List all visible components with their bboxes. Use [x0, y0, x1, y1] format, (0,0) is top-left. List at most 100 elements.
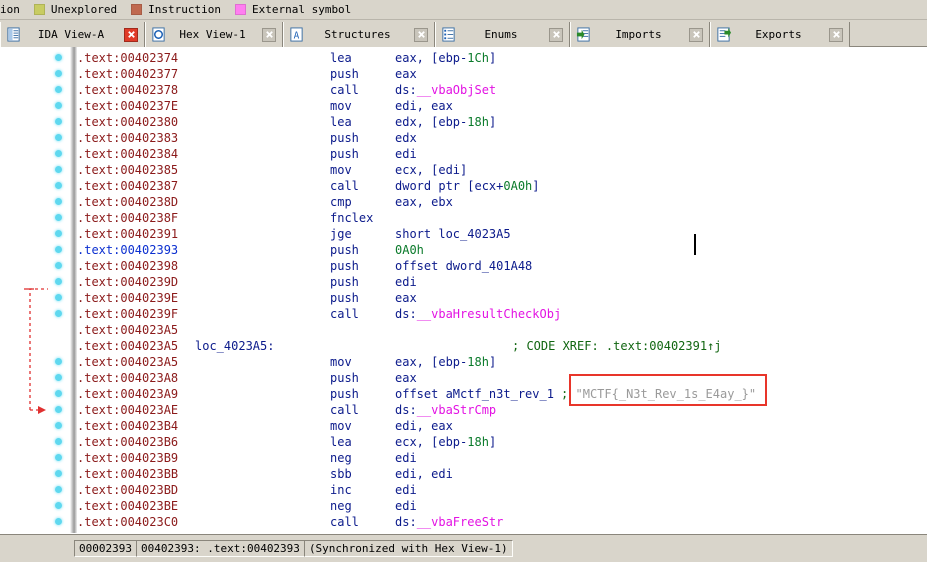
code-line[interactable]: .text:00402398 push offset dword_401A48: [77, 258, 927, 274]
code-line[interactable]: .text:004023BE neg edi: [77, 498, 927, 514]
mnemonic: lea: [330, 435, 352, 449]
line-address: .text:00402377: [77, 67, 179, 81]
tab-ida-view-a[interactable]: IDA View-A: [0, 22, 145, 47]
code-line[interactable]: .text:00402393 push 0A0h: [77, 242, 927, 258]
operands: ds:__vbaHresultCheckObj: [395, 306, 561, 322]
code-line[interactable]: .text:00402391 jge short loc_4023A5: [77, 226, 927, 242]
tab-close-button[interactable]: [414, 27, 428, 42]
operand-part: ]: [488, 51, 497, 65]
code-line[interactable]: .text:0040239D push edi: [77, 274, 927, 290]
navigation-dot[interactable]: [55, 470, 62, 477]
tab-structures[interactable]: A Structures: [283, 22, 435, 47]
navigation-dot[interactable]: [55, 134, 62, 141]
navigation-dot[interactable]: [55, 102, 62, 109]
code-line[interactable]: .text:004023B9 neg edi: [77, 450, 927, 466]
code-line[interactable]: .text:004023A5: [77, 322, 927, 338]
close-icon: [417, 31, 425, 38]
code-listing[interactable]: .text:00402374 lea eax, [ebp-1Ch] .text:004…: [77, 47, 927, 533]
code-line[interactable]: .text:00402374 lea eax, [ebp-1Ch]: [77, 50, 927, 66]
code-line[interactable]: .text:004023BB sbb edi, edi: [77, 466, 927, 482]
code-line[interactable]: .text:004023A5 mov eax, [ebp-18h]: [77, 354, 927, 370]
code-line[interactable]: .text:0040238D cmp eax, ebx: [77, 194, 927, 210]
tab-close-button[interactable]: [262, 27, 276, 42]
code-line[interactable]: .text:0040238F fnclex: [77, 210, 927, 226]
operand-part: edi: [395, 483, 417, 497]
navigation-dot[interactable]: [55, 166, 62, 173]
operand-part: 1Ch: [467, 51, 489, 65]
code-line[interactable]: .text:004023A5 loc_4023A5: ; CODE XREF: .t…: [77, 338, 927, 354]
operand-part: eax: [395, 371, 417, 385]
tab-enums[interactable]: Enums: [435, 22, 570, 47]
operands: edi, eax: [395, 418, 453, 434]
code-line[interactable]: .text:00402385 mov ecx, [edi]: [77, 162, 927, 178]
navigation-dot[interactable]: [55, 486, 62, 493]
navigation-dot[interactable]: [55, 262, 62, 269]
code-line[interactable]: .text:004023B6 lea ecx, [ebp-18h]: [77, 434, 927, 450]
navigation-dot[interactable]: [55, 214, 62, 221]
code-line[interactable]: .text:00402380 lea edx, [ebp-18h]: [77, 114, 927, 130]
breakpoint-dot-column[interactable]: [48, 47, 70, 533]
tab-close-button[interactable]: [829, 27, 843, 42]
tab-close-button[interactable]: [124, 27, 138, 42]
navigation-dot[interactable]: [55, 182, 62, 189]
navigation-dot[interactable]: [55, 150, 62, 157]
operand-part: offset aMctf_n3t_rev_1: [395, 387, 554, 401]
navigation-dot[interactable]: [55, 422, 62, 429]
code-line[interactable]: .text:00402383 push edx: [77, 130, 927, 146]
code-line[interactable]: .text:00402384 push edi: [77, 146, 927, 162]
navigation-dot[interactable]: [55, 230, 62, 237]
tab-hex-view-1[interactable]: Hex View-1: [145, 22, 283, 47]
exports-arrow-icon: [717, 27, 731, 42]
code-label[interactable]: loc_4023A5:: [195, 338, 274, 354]
navigation-dot[interactable]: [55, 118, 62, 125]
navigation-dot[interactable]: [55, 454, 62, 461]
navigation-dot[interactable]: [55, 406, 62, 413]
operands: edi: [395, 498, 417, 514]
tab-exports[interactable]: Exports: [710, 22, 850, 47]
code-line[interactable]: .text:0040239E push eax: [77, 290, 927, 306]
line-address: .text:0040239F: [77, 307, 179, 321]
navigation-dot[interactable]: [55, 438, 62, 445]
navigation-dot[interactable]: [55, 518, 62, 525]
disassembly-view[interactable]: .text:00402374 lea eax, [ebp-1Ch] .text:004…: [0, 47, 927, 533]
operand-part: __vbaObjSet: [416, 83, 497, 97]
code-line[interactable]: .text:00402378 call ds:__vbaObjSet: [77, 82, 927, 98]
code-line[interactable]: .text:00402387 call dword ptr [ecx+0A0h]: [77, 178, 927, 194]
tab-imports[interactable]: Imports: [570, 22, 710, 47]
navigation-dot[interactable]: [55, 358, 62, 365]
operands: ecx, [ebp-18h]: [395, 434, 496, 450]
navigation-dot[interactable]: [55, 374, 62, 381]
navigation-dot[interactable]: [55, 246, 62, 253]
code-line[interactable]: .text:00402377 push eax: [77, 66, 927, 82]
code-line[interactable]: .text:004023AE call ds:__vbaStrCmp: [77, 402, 927, 418]
operands: offset dword_401A48: [395, 258, 532, 274]
navigation-dot[interactable]: [55, 198, 62, 205]
navigation-dot[interactable]: [55, 294, 62, 301]
operands: ds:__vbaFreeStr: [395, 514, 503, 530]
navigation-dot[interactable]: [55, 54, 62, 61]
code-line[interactable]: .text:004023BD inc edi: [77, 482, 927, 498]
line-address: .text:004023B6: [77, 435, 179, 449]
legend-item-external-symbol: External symbol: [234, 3, 351, 16]
mnemonic: mov: [330, 163, 352, 177]
navigation-dot[interactable]: [55, 86, 62, 93]
operands: eax: [395, 290, 417, 306]
navigation-dot[interactable]: [55, 310, 62, 317]
view-tab-bar[interactable]: IDA View-A Hex View-1 A Structures Enums Impo…: [0, 20, 927, 47]
tab-close-button[interactable]: [549, 27, 563, 42]
code-line[interactable]: .text:004023A8 push eax: [77, 370, 927, 386]
navigation-dot[interactable]: [55, 278, 62, 285]
code-line[interactable]: .text:004023B4 mov edi, eax: [77, 418, 927, 434]
code-line[interactable]: .text:004023A9 push offset aMctf_n3t_rev_1…: [77, 386, 927, 402]
navigation-dot[interactable]: [55, 502, 62, 509]
operands: short loc_4023A5: [395, 226, 511, 242]
tab-close-button[interactable]: [689, 27, 703, 42]
operand-part: edi, eax: [395, 419, 453, 433]
code-line[interactable]: .text:0040239F call ds:__vbaHresultCheckOb…: [77, 306, 927, 322]
operand-part: edi: [395, 147, 417, 161]
operand-part: 0A0h: [503, 179, 533, 193]
navigation-dot[interactable]: [55, 70, 62, 77]
code-line[interactable]: .text:0040237E mov edi, eax: [77, 98, 927, 114]
code-line[interactable]: .text:004023C0 call ds:__vbaFreeStr: [77, 514, 927, 530]
navigation-dot[interactable]: [55, 390, 62, 397]
